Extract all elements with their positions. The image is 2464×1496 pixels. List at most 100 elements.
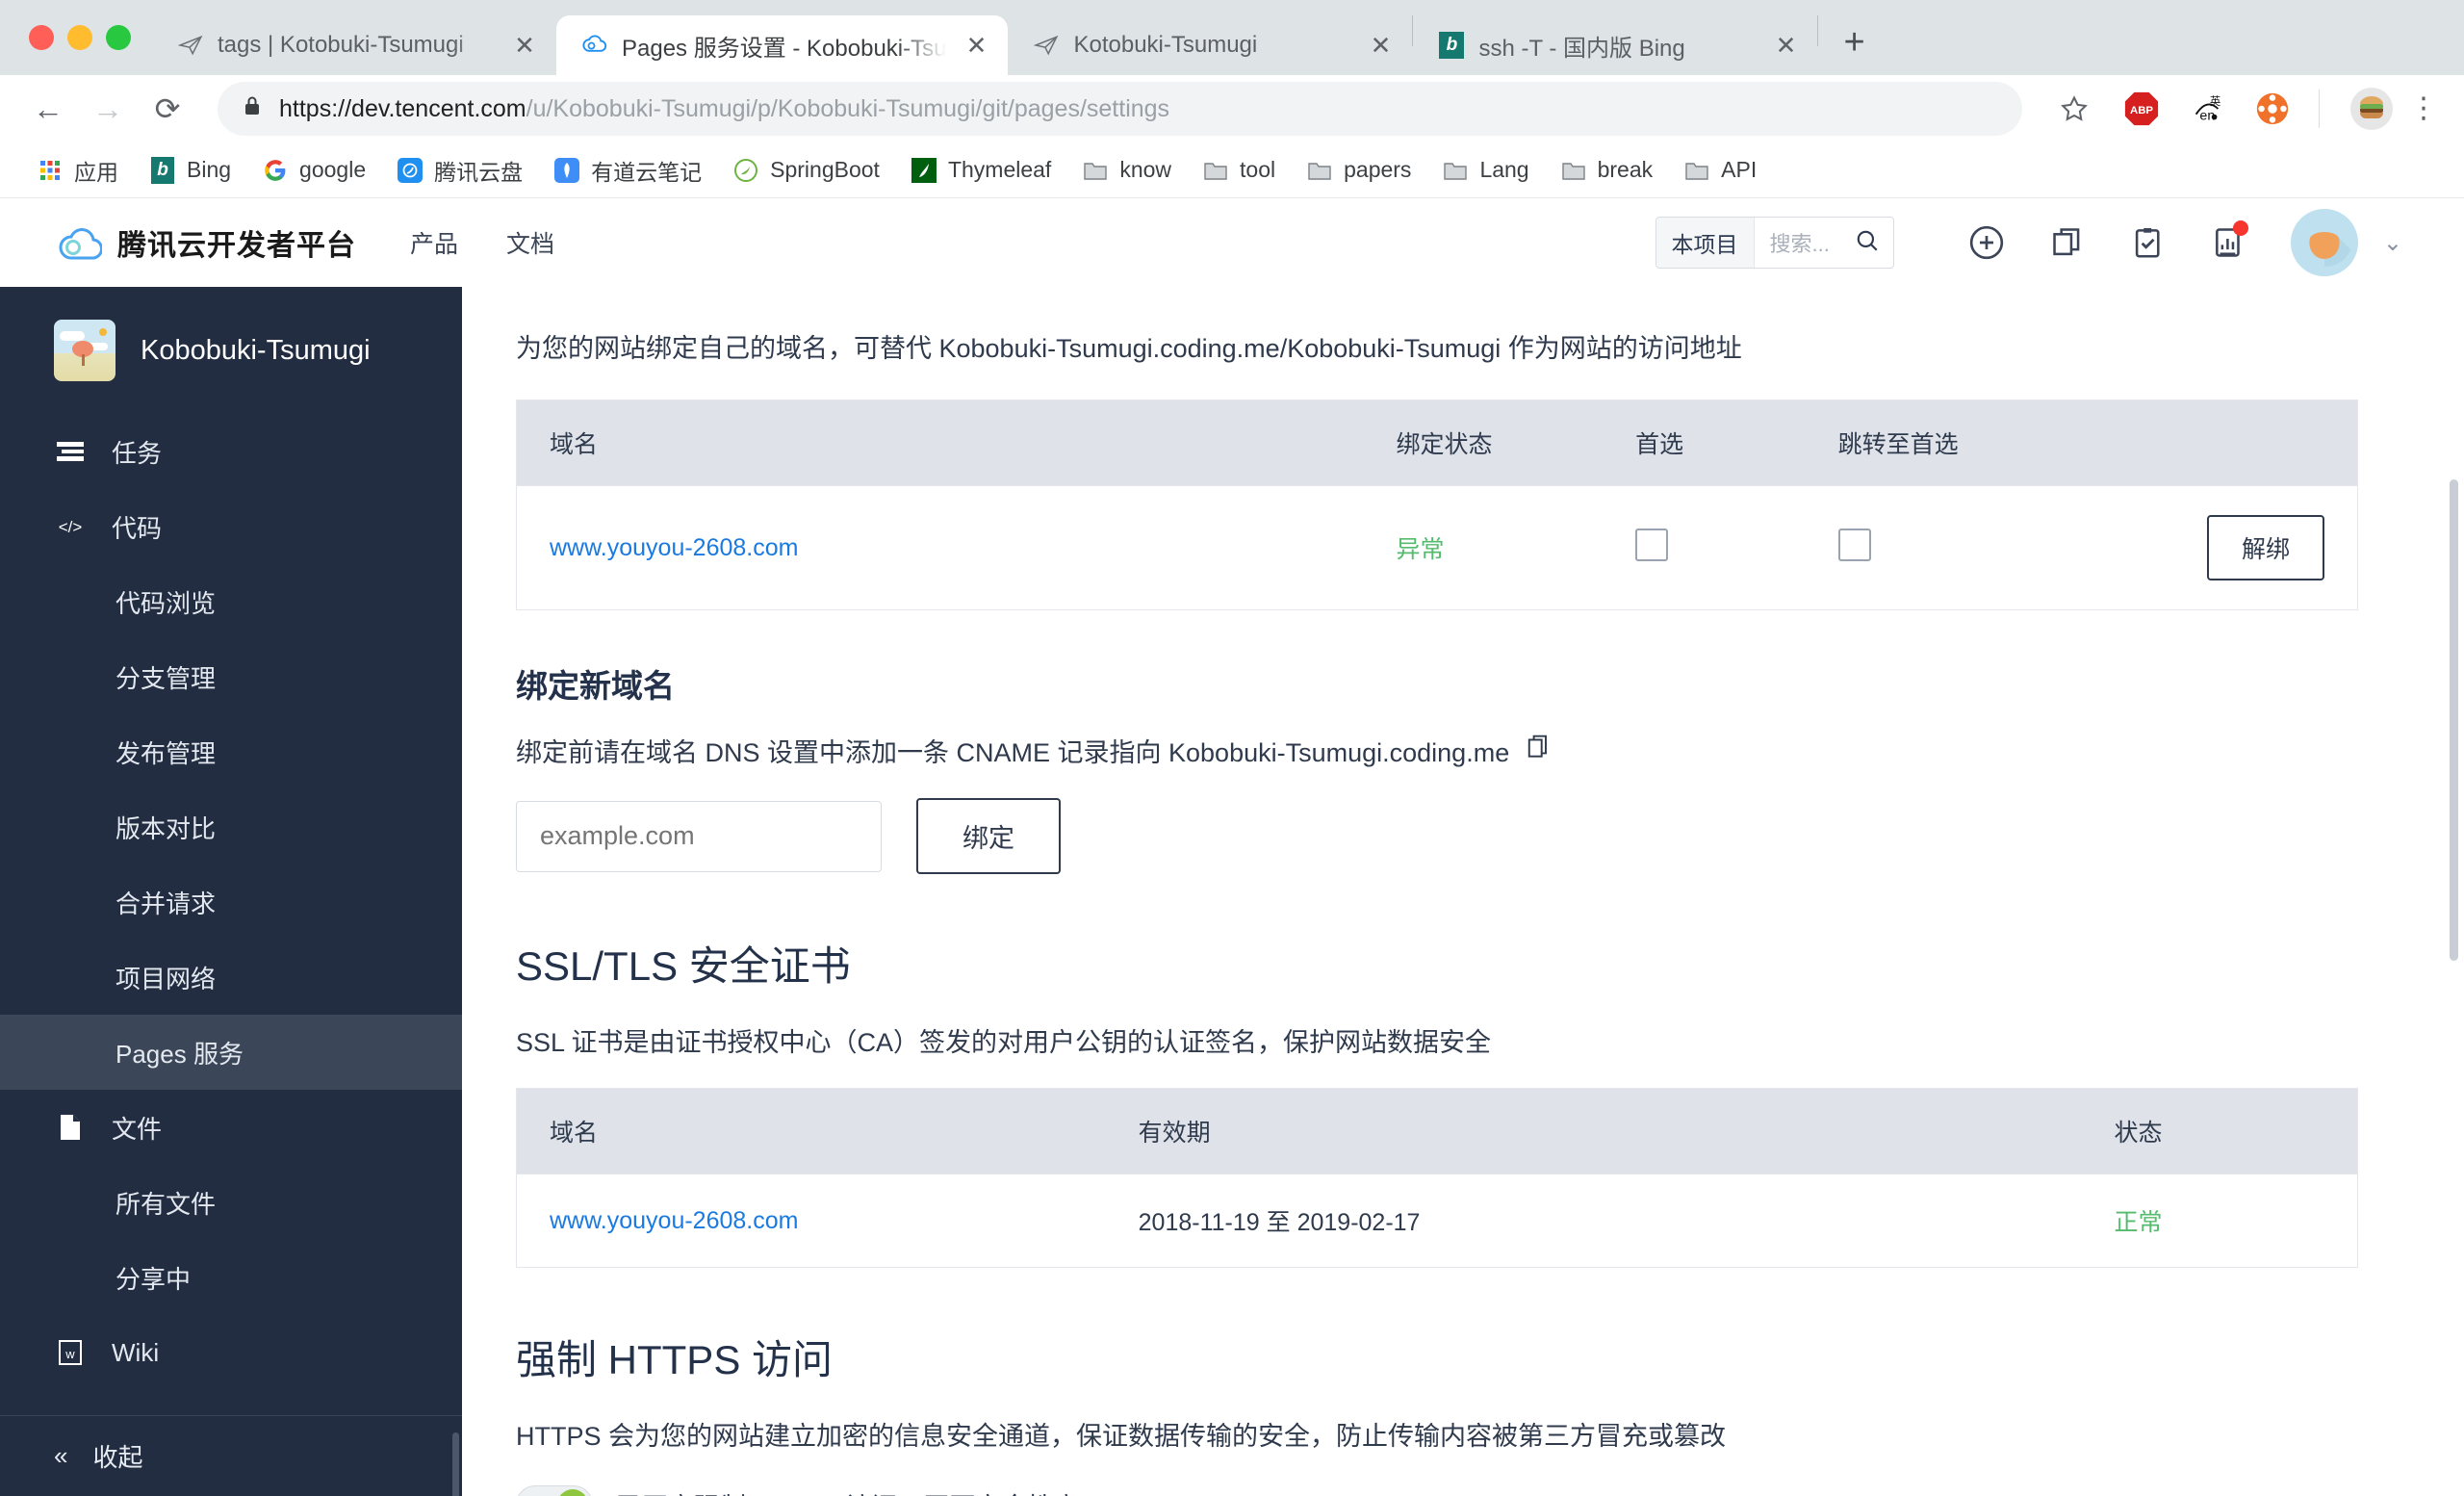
abp-icon[interactable]: ABP [2115,82,2169,136]
tab-list: tags | Kotobuki-Tsumugi ✕ Pages 服务设置 - K… [152,0,1890,75]
notification-badge [2232,220,2248,236]
search-icon[interactable] [1855,228,1880,258]
tab-title: tags | Kotobuki-Tsumugi [218,32,464,58]
domain-table-body: www.youyou-2608.com 异常 解绑 [516,485,2358,610]
bookmark-folder-break[interactable]: break [1547,151,1667,190]
sidebar-item-all-files[interactable]: 所有文件 [0,1165,462,1240]
bookmark-label: SpringBoot [770,157,880,182]
project-header[interactable]: Kobobuki-Tsumugi [0,287,462,414]
add-new-button[interactable] [1946,215,2027,271]
bookmark-folder-lang[interactable]: Lang [1428,151,1542,190]
browser-tab-4[interactable]: b ssh -T - 国内版 Bing ✕ [1413,15,1817,75]
sidebar-item-release-manage[interactable]: 发布管理 [0,714,462,789]
copy-icon[interactable] [2027,215,2108,271]
sidebar-item-sharing[interactable]: 分享中 [0,1240,462,1315]
file-icon [54,1114,87,1141]
cell-action: 解绑 [2099,485,2358,610]
browser-tab-1[interactable]: tags | Kotobuki-Tsumugi ✕ [152,15,556,75]
bookmark-bing[interactable]: b Bing [136,151,244,190]
unbind-button[interactable]: 解绑 [2206,515,2324,580]
bookmark-apps[interactable]: 应用 [23,148,132,193]
bookmark-google[interactable]: google [248,151,379,190]
main-scrollbar[interactable] [2450,479,2458,961]
sidebar-item-pages-service[interactable]: Pages 服务 [0,1015,462,1090]
sidebar-item-label: 所有文件 [116,1189,217,1219]
preferred-checkbox[interactable] [1635,528,1669,561]
youdao-icon [553,157,580,184]
force-https-toggle[interactable] [516,1485,593,1496]
sidebar-item-tasks[interactable]: 任务 [0,414,462,489]
bookmark-folder-papers[interactable]: papers [1293,151,1424,190]
url-text: https://dev.tencent.com/u/Kobobuki-Tsumu… [279,95,1169,123]
tab-close-button[interactable]: ✕ [960,31,992,61]
col-ssl-status: 状态 [2081,1088,2358,1174]
sidebar-item-label: 分享中 [116,1264,192,1294]
search-scope-selector[interactable]: 本项目 [1656,218,1755,268]
search-input-wrap[interactable]: 搜索... [1755,227,1893,258]
browser-toolbar: ← → ⟳ https://dev.tencent.com/u/Kobobuki… [0,75,2464,142]
back-button[interactable]: ← [21,82,75,136]
chart-bell-icon[interactable] [2189,215,2270,271]
sidebar-item-label: 任务 [112,438,163,468]
sidebar-item-code[interactable]: </> 代码 [0,489,462,564]
bookmark-youdao[interactable]: 有道云笔记 [540,148,715,193]
address-bar[interactable]: https://dev.tencent.com/u/Kobobuki-Tsumu… [218,82,2022,136]
reload-button[interactable]: ⟳ [141,82,194,136]
bind-button[interactable]: 绑定 [916,798,1061,874]
top-nav-docs[interactable]: 文档 [506,225,554,260]
avatar[interactable] [2345,82,2399,136]
bookmark-star-icon[interactable] [2045,82,2103,136]
user-avatar[interactable] [2290,209,2358,276]
sidebar-item-label: 合并请求 [116,889,217,918]
bookmark-springboot[interactable]: SpringBoot [719,151,893,190]
tab-close-button[interactable]: ✕ [508,31,541,61]
col-ssl-domain: 域名 [516,1088,1106,1174]
close-window-button[interactable] [29,25,54,50]
svg-text:w: w [64,1347,75,1361]
clipboard-check-icon[interactable] [2108,215,2189,271]
table-header-row: 域名 有效期 状态 [516,1088,2358,1174]
domain-link[interactable]: www.youyou-2608.com [550,534,798,561]
new-tab-button[interactable]: + [1818,22,1889,64]
tencent-cloud-logo-icon [54,219,103,267]
chevron-down-icon[interactable]: ⌄ [2383,229,2402,257]
browser-tab-3[interactable]: Kotobuki-Tsumugi ✕ [1008,15,1412,75]
bookmark-thymeleaf[interactable]: Thymeleaf [897,151,1065,190]
bookmark-folder-tool[interactable]: tool [1189,151,1289,190]
tab-close-button[interactable]: ✕ [1364,31,1397,61]
sidebar-item-label: 代码浏览 [116,588,217,618]
sidebar-item-project-network[interactable]: 项目网络 [0,940,462,1015]
project-name: Kobobuki-Tsumugi [141,334,371,366]
sidebar-item-merge-request[interactable]: 合并请求 [0,864,462,940]
new-domain-input[interactable] [516,800,882,872]
sidebar-item-code-browse[interactable]: 代码浏览 [0,564,462,639]
folder-icon [1082,157,1109,184]
sidebar-item-wiki[interactable]: w Wiki [0,1315,462,1390]
bookmark-tencent-cloud[interactable]: 腾讯云盘 [383,148,536,193]
redirect-preferred-checkbox[interactable] [1837,528,1871,561]
sidebar-item-branch-manage[interactable]: 分支管理 [0,639,462,714]
brand-logo-group[interactable]: 腾讯云开发者平台 [54,219,356,267]
lock-icon [243,94,262,123]
copy-icon[interactable] [1527,734,1552,767]
forward-button[interactable]: → [81,82,135,136]
bookmark-folder-api[interactable]: API [1670,151,1770,190]
bookmark-folder-know[interactable]: know [1068,151,1185,190]
ssl-domain-link[interactable]: www.youyou-2608.com [550,1207,798,1234]
tencent-cloud-icon [397,157,424,184]
cell-domain: www.youyou-2608.com [516,485,1364,610]
tab-close-button[interactable]: ✕ [1769,31,1802,61]
sidebar-item-version-compare[interactable]: 版本对比 [0,789,462,864]
browser-tab-2[interactable]: Pages 服务设置 - Kobobuki-Tsu ✕ [556,15,1009,75]
search-box[interactable]: 本项目 搜索... [1655,217,1894,269]
translate-en-icon[interactable]: en 英 [2180,82,2234,136]
orange-node-icon[interactable] [2246,82,2299,136]
search-input[interactable]: 搜索... [1770,227,1830,258]
minimize-window-button[interactable] [67,25,92,50]
top-nav-products[interactable]: 产品 [410,225,458,260]
maximize-window-button[interactable] [106,25,131,50]
sidebar-item-files[interactable]: 文件 [0,1090,462,1165]
sidebar-collapse-button[interactable]: « 收起 [0,1415,462,1496]
sidebar-scrollbar[interactable] [452,1432,459,1496]
chrome-menu-button[interactable]: ⋮ [2404,94,2443,122]
